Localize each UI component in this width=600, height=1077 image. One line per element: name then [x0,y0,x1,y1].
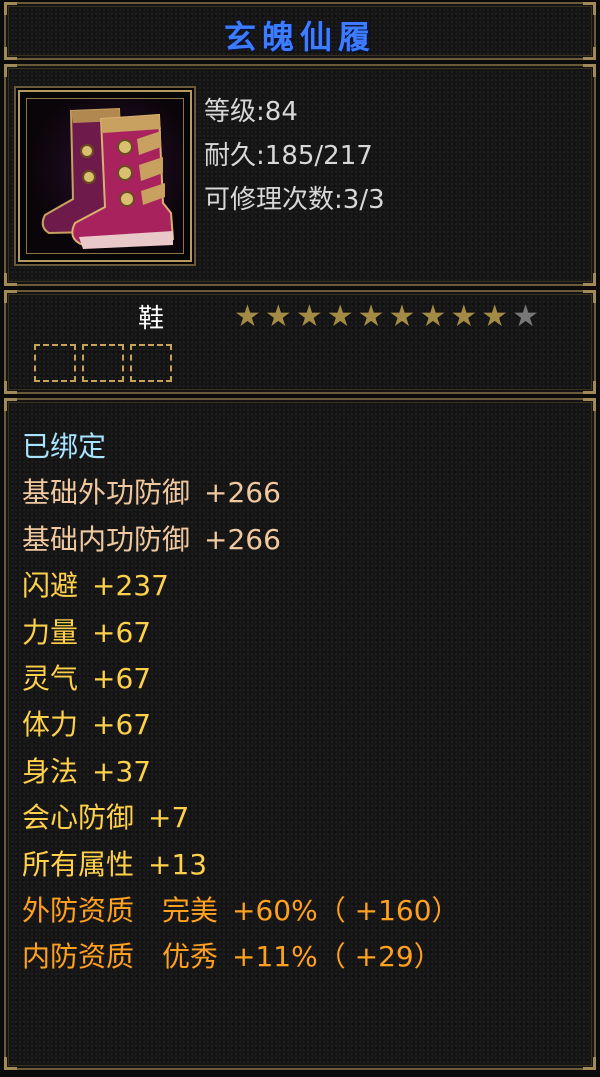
gem-slot[interactable] [130,344,172,382]
item-icon-frame[interactable] [18,90,192,262]
frame-corner [4,290,17,303]
item-type: 鞋 [138,304,165,334]
gem-slot[interactable] [82,344,124,382]
attribute-value: +237 [92,569,169,603]
attribute-row: 所有属性 +13 [22,842,460,888]
level-line: 等级:84 [204,97,298,127]
frame-corner [4,1057,17,1070]
attribute-value: +67 [92,708,152,742]
attribute-value: +13 [148,847,208,881]
attribute-name: 身法 [22,754,79,788]
star-rating: ★ ★ ★ ★ ★ ★ ★ ★ ★ ★ [234,302,539,332]
star-filled-icon: ★ [450,299,478,334]
gem-slots [34,344,172,382]
level-label: 等级 [204,97,257,127]
attribute-name: 体力 [22,708,79,742]
attribute-name: 力量 [22,615,79,649]
quality-name: 外防资质 [22,894,135,928]
quality-value: +11% [232,940,318,974]
item-info-panel: 等级:84 耐久:185/217 可修理次数:3/3 [4,64,596,286]
star-filled-icon: ★ [295,299,323,334]
frame-corner [583,64,596,77]
attribute-list: 已绑定 基础外功防御 +266 基础内功防御 +266 闪避 +237 力量 +67 灵… [22,424,460,981]
repair-line: 可修理次数:3/3 [204,185,385,215]
attribute-value: +7 [148,801,190,835]
star-filled-icon: ★ [264,299,292,334]
attribute-name: 基础内功防御 [22,522,191,556]
attribute-value: +67 [92,615,152,649]
quality-value: +60% [232,894,318,928]
repair-value: 3/3 [342,185,385,215]
frame-corner [4,273,17,286]
boots-icon [26,98,184,254]
star-filled-icon: ★ [481,299,509,334]
attribute-row: 力量 +67 [22,610,460,656]
durability-line: 耐久:185/217 [204,141,373,171]
attribute-name: 灵气 [22,662,79,696]
attributes-panel: 已绑定 基础外功防御 +266 基础内功防御 +266 闪避 +237 力量 +67 灵… [4,398,596,1070]
frame-corner [4,64,17,77]
item-name: 玄魄仙履 [223,18,376,56]
frame-corner [4,381,17,394]
attribute-value: +67 [92,662,152,696]
item-stats: 等级:84 耐久:185/217 可修理次数:3/3 [204,90,385,222]
attribute-name: 闪避 [22,569,79,603]
frame-corner [4,398,17,411]
attribute-row: 闪避 +237 [22,563,460,609]
attribute-row: 灵气 +67 [22,656,460,702]
attribute-row: 基础外功防御 +266 [22,470,460,516]
star-filled-icon: ★ [388,299,416,334]
attribute-name: 基础外功防御 [22,476,191,510]
frame-corner [583,1057,596,1070]
star-empty-icon: ★ [512,299,540,334]
gem-slot[interactable] [34,344,76,382]
frame-corner [583,290,596,303]
frame-corner [583,398,596,411]
quality-extra: （ +160） [317,894,460,928]
star-filled-icon: ★ [357,299,385,334]
frame-corner [583,381,596,394]
durability-label: 耐久 [204,141,257,171]
attribute-row: 身法 +37 [22,749,460,795]
level-value: 84 [264,97,298,127]
title-bar: 玄魄仙履 [4,2,596,60]
attribute-value: +37 [92,754,152,788]
durability-value: 185/217 [264,141,373,171]
attribute-row: 体力 +67 [22,702,460,748]
quality-grade: 完美 [162,894,219,928]
attribute-value: +266 [204,522,281,556]
repair-label: 可修理次数 [204,185,335,215]
star-filled-icon: ★ [234,299,261,334]
type-panel: 鞋 ★ ★ ★ ★ ★ ★ ★ ★ ★ ★ [4,290,596,394]
quality-row: 内防资质 优秀 +11%（ +29） [22,934,460,980]
star-filled-icon: ★ [326,299,354,334]
attribute-name: 会心防御 [22,801,135,835]
attribute-name: 所有属性 [22,847,135,881]
quality-extra: （ +29） [317,940,442,974]
bound-status: 已绑定 [22,430,107,463]
frame-corner [583,273,596,286]
star-filled-icon: ★ [419,299,447,334]
quality-grade: 优秀 [162,940,219,974]
attribute-row: 基础内功防御 +266 [22,517,460,563]
quality-row: 外防资质 完美 +60%（ +160） [22,888,460,934]
attribute-row: 会心防御 +7 [22,795,460,841]
attribute-value: +266 [204,476,281,510]
quality-name: 内防资质 [22,940,135,974]
